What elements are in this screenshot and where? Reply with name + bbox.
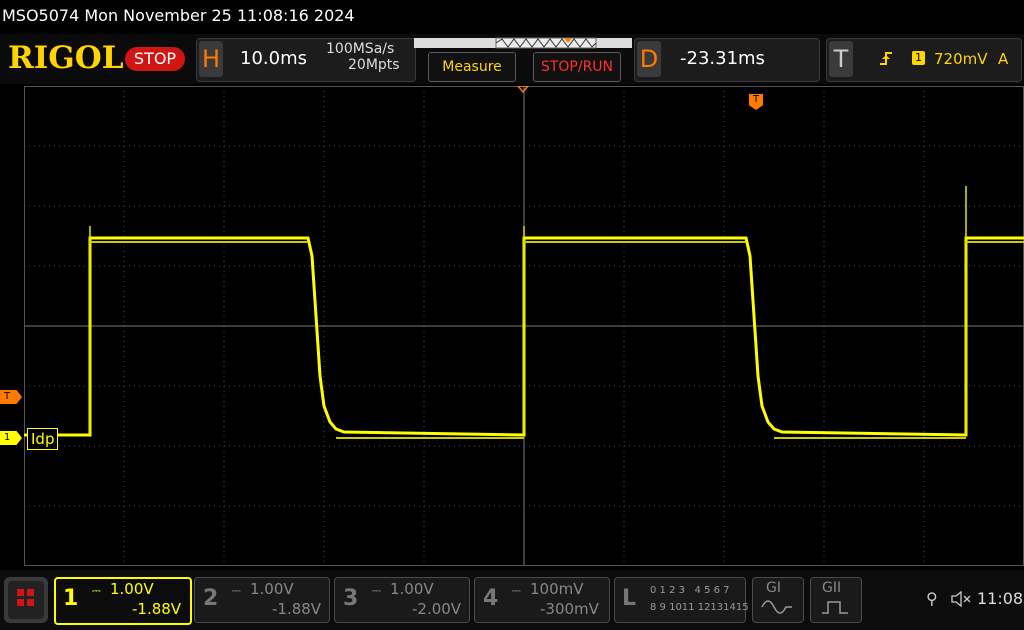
channel1-number: 1	[63, 586, 79, 611]
delay-letter: D	[637, 41, 661, 77]
sine-wave-icon	[761, 600, 792, 614]
channel1-label[interactable]: Idp	[27, 428, 59, 450]
channel1-scale: 1.00V	[110, 580, 154, 598]
channel2-offset: -1.88V	[272, 600, 322, 618]
waveform-display[interactable]	[24, 86, 1024, 566]
channel2-scale: 1.00V	[250, 580, 294, 598]
brand-logo: RIGOL	[8, 40, 124, 76]
usb-icon: ⚲	[926, 589, 938, 608]
generator2-label: GII	[822, 580, 842, 596]
timebase-value: 10.0ms	[240, 48, 307, 69]
run-state-badge[interactable]: STOP	[125, 47, 185, 71]
dc-coupling-icon: ⎓	[372, 584, 381, 597]
delay-value: -23.31ms	[680, 48, 765, 69]
memory-position-bar[interactable]	[414, 37, 632, 49]
logic-row-2: 8 9 1011 12131415	[650, 602, 749, 613]
dc-coupling-icon: ⎓	[512, 584, 521, 597]
channel3-offset: -2.00V	[412, 600, 462, 618]
square-wave-icon	[822, 601, 848, 614]
channel3-number: 3	[343, 586, 359, 611]
channel1-marker[interactable]: 1	[0, 431, 22, 445]
trigger-source-badge: 1	[912, 51, 925, 65]
dc-coupling-icon: ⎓	[232, 584, 241, 597]
channel4-number: 4	[483, 586, 499, 611]
horizontal-letter: H	[199, 41, 223, 77]
channel1-offset: -1.88V	[132, 600, 182, 618]
sample-rate: 100MSa/s	[326, 41, 395, 57]
trigger-level-marker[interactable]: T	[0, 390, 22, 404]
menu-grid-icon	[8, 581, 44, 619]
generator1-label: GI	[766, 580, 781, 596]
trigger-position-marker[interactable]	[517, 86, 529, 94]
channel2-number: 2	[203, 586, 219, 611]
channel3-scale: 1.00V	[390, 580, 434, 598]
memory-depth: 20Mpts	[348, 57, 400, 73]
trigger-letter: T	[829, 41, 853, 77]
dc-coupling-icon: ⎓	[92, 584, 101, 597]
clock: 11:08	[977, 589, 1024, 608]
channel4-scale: 100mV	[530, 580, 584, 598]
mute-speaker-icon[interactable]	[950, 590, 972, 608]
trigger-mode: A	[998, 50, 1009, 68]
trigger-level: 720mV	[934, 50, 988, 68]
device-datetime: MSO5074 Mon November 25 11:08:16 2024	[2, 6, 355, 25]
channel4-offset: -300mV	[540, 600, 599, 618]
logic-row-1: 0 1 2 3 4 5 6 7	[650, 585, 730, 596]
rising-edge-icon	[880, 52, 892, 65]
menu-button[interactable]	[4, 577, 48, 623]
logic-letter: L	[622, 586, 637, 611]
measure-button[interactable]: Measure	[428, 52, 516, 82]
stop-run-button[interactable]: STOP/RUN	[533, 52, 621, 82]
